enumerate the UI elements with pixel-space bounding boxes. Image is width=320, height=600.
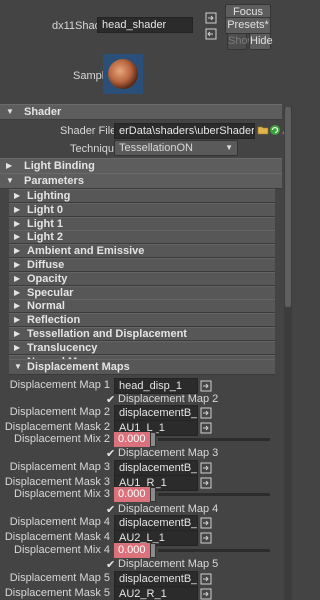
texture-map-field[interactable]: displacementB_1 bbox=[114, 571, 198, 587]
texture-map-field[interactable]: AU2_R_1 bbox=[114, 586, 198, 600]
slider-track[interactable] bbox=[158, 549, 270, 552]
param-label: Displacement Mask 4 bbox=[4, 531, 110, 543]
folder-icon[interactable] bbox=[257, 124, 269, 139]
chevron-right-icon: ▶ bbox=[14, 329, 21, 338]
chevron-right-icon: ▶ bbox=[14, 260, 21, 269]
parameters-section-header[interactable]: ▼ Parameters bbox=[0, 173, 282, 189]
checkbox-checked-icon[interactable]: ✔ bbox=[106, 447, 115, 460]
mix-value-field[interactable]: 0.000 bbox=[114, 487, 150, 502]
chevron-right-icon: ▶ bbox=[14, 219, 21, 228]
displacement-map-row: Displacement Map 4 displacementB_1 bbox=[0, 515, 282, 531]
chevron-down-icon: ▼ bbox=[6, 107, 14, 116]
chevron-right-icon: ▶ bbox=[14, 343, 21, 352]
mix-value-field[interactable]: 0.000 bbox=[114, 432, 150, 447]
shader-node-name-field[interactable]: head_shader bbox=[97, 17, 193, 33]
group-ambient-and-emissive[interactable]: ▶ Ambient and Emissive bbox=[9, 244, 275, 258]
texture-map-field[interactable]: displacementB_1 bbox=[114, 405, 198, 421]
hide-button[interactable]: Hide bbox=[249, 33, 273, 50]
group-normal[interactable]: ▶ Normal bbox=[9, 299, 275, 313]
shader-file-field[interactable]: erData\shaders\uberShaderBlendND.fx bbox=[114, 123, 255, 139]
displacement-map-row: Displacement Map 1 head_disp_1 bbox=[0, 378, 282, 394]
group-light-0[interactable]: ▶ Light 0 bbox=[9, 203, 275, 217]
checkbox-checked-icon[interactable]: ✔ bbox=[106, 558, 115, 571]
light-binding-section-header[interactable]: ▶ Light Binding bbox=[0, 158, 282, 174]
group-reflection[interactable]: ▶ Reflection bbox=[9, 313, 275, 327]
mix-value-field[interactable]: 0.000 bbox=[114, 543, 150, 558]
chevron-down-icon: ▼ bbox=[6, 176, 14, 185]
chevron-down-icon: ▼ bbox=[14, 362, 22, 371]
slider-handle[interactable] bbox=[150, 543, 156, 558]
map-connection-icon[interactable] bbox=[200, 588, 212, 600]
input-connection-icon[interactable] bbox=[205, 12, 217, 27]
slider-track[interactable] bbox=[158, 438, 270, 441]
output-connection-icon[interactable] bbox=[205, 28, 217, 43]
param-label: Displacement Map 1 bbox=[9, 379, 110, 391]
param-label: Displacement Mix 4 bbox=[14, 544, 110, 556]
slider-handle[interactable] bbox=[150, 432, 156, 447]
displacement-toggle-label: Displacement Map 3 bbox=[118, 447, 219, 459]
slider-handle[interactable] bbox=[150, 487, 156, 502]
displacement-map-row: Displacement Map 2 displacementB_1 bbox=[0, 405, 282, 421]
shader-section-header[interactable]: ▼ Shader bbox=[0, 104, 282, 120]
displacement-map-row: Displacement Map 3 displacementB_1 bbox=[0, 460, 282, 476]
chevron-right-icon: ▶ bbox=[14, 246, 21, 255]
group-displacement-maps[interactable]: ▼ Displacement Maps bbox=[9, 359, 275, 375]
shader-file-label: Shader File bbox=[60, 125, 117, 137]
chevron-right-icon: ▶ bbox=[14, 274, 21, 283]
group-specular[interactable]: ▶ Specular bbox=[9, 286, 275, 300]
texture-map-field[interactable]: head_disp_1 bbox=[114, 378, 198, 394]
chevron-right-icon: ▶ bbox=[14, 301, 21, 310]
group-light-2[interactable]: ▶ Light 2 bbox=[9, 230, 275, 244]
presets-button[interactable]: Presets* bbox=[225, 17, 271, 34]
displacement-mix-row: Displacement Mix 4 0.000 bbox=[0, 543, 282, 559]
slider-track[interactable] bbox=[158, 493, 270, 496]
chevron-down-icon: ▼ bbox=[225, 143, 233, 152]
param-label: Displacement Mix 2 bbox=[14, 433, 110, 445]
panel-scrollbar[interactable] bbox=[284, 107, 292, 600]
chevron-right-icon: ▶ bbox=[6, 161, 13, 170]
group-opacity[interactable]: ▶ Opacity bbox=[9, 272, 275, 286]
scrollbar-thumb[interactable] bbox=[285, 107, 291, 307]
displacement-mix-row: Displacement Mix 3 0.000 bbox=[0, 487, 282, 503]
chevron-right-icon: ▶ bbox=[14, 205, 21, 214]
technique-dropdown[interactable]: TessellationON ▼ bbox=[114, 140, 238, 156]
chevron-right-icon: ▶ bbox=[14, 191, 21, 200]
technique-selected-value: TessellationON bbox=[119, 142, 193, 154]
texture-map-field[interactable]: displacementB_1 bbox=[114, 515, 198, 531]
show-button[interactable]: Show bbox=[227, 33, 256, 50]
group-light-1[interactable]: ▶ Light 1 bbox=[9, 217, 275, 231]
param-label: Displacement Map 5 bbox=[9, 572, 110, 584]
reload-icon[interactable] bbox=[269, 124, 281, 139]
group-diffuse[interactable]: ▶ Diffuse bbox=[9, 258, 275, 272]
displacement-toggle-label: Displacement Map 2 bbox=[118, 393, 219, 405]
group-translucency[interactable]: ▶ Translucency bbox=[9, 341, 275, 355]
chevron-right-icon: ▶ bbox=[14, 232, 21, 241]
param-label: Displacement Map 2 bbox=[9, 406, 110, 418]
group-tessellation-and-displacement[interactable]: ▶ Tessellation and Displacement bbox=[9, 327, 275, 341]
displacement-map-row: Displacement Mask 5 AU2_R_1 bbox=[0, 586, 282, 600]
param-label: Displacement Map 4 bbox=[9, 516, 110, 528]
group-lighting[interactable]: ▶ Lighting bbox=[9, 189, 275, 203]
param-label: Displacement Mix 3 bbox=[14, 488, 110, 500]
param-label: Displacement Mask 5 bbox=[4, 587, 110, 599]
displacement-toggle-label: Displacement Map 4 bbox=[118, 503, 219, 515]
chevron-right-icon: ▶ bbox=[14, 288, 21, 297]
displacement-toggle-label: Displacement Map 5 bbox=[118, 558, 219, 570]
chevron-right-icon: ▶ bbox=[14, 315, 21, 324]
displacement-map-row: Displacement Map 5 displacementB_1 bbox=[0, 571, 282, 587]
material-sample-swatch bbox=[103, 54, 143, 94]
texture-map-field[interactable]: displacementB_1 bbox=[114, 460, 198, 476]
displacement-mix-row: Displacement Mix 2 0.000 bbox=[0, 432, 282, 448]
technique-label: Technique bbox=[70, 143, 121, 155]
param-label: Displacement Map 3 bbox=[9, 461, 110, 473]
